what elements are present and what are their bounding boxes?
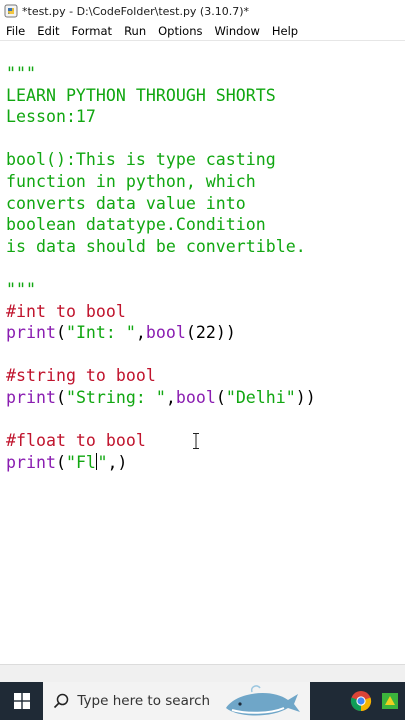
docstring-close: """	[6, 279, 36, 299]
comma: ,	[135, 323, 146, 343]
args: (22))	[185, 323, 236, 343]
docstring-line: function in python, which	[6, 171, 256, 191]
paren: (	[215, 387, 226, 407]
chrome-taskbar-button[interactable]	[346, 682, 376, 720]
builtin-bool: bool	[145, 323, 186, 343]
horizontal-scrollbar[interactable]	[0, 664, 405, 683]
builtin-print: print	[6, 387, 56, 407]
comma: ,	[165, 387, 176, 407]
docstring-line: converts data value into	[6, 193, 246, 213]
paren: (	[55, 323, 66, 343]
menu-bar: File Edit Format Run Options Window Help	[0, 22, 405, 40]
code-editor[interactable]: """ LEARN PYTHON THROUGH SHORTS Lesson:1…	[0, 40, 405, 665]
string-literal: "	[97, 452, 108, 472]
comment-string-to-bool: #string to bool	[6, 366, 156, 386]
docstring-line: bool():This is type casting	[6, 150, 276, 170]
chrome-icon	[350, 691, 371, 712]
docstring-line: is data should be convertible.	[6, 236, 306, 256]
menu-run[interactable]: Run	[118, 24, 152, 38]
string-literal: "String: "	[65, 387, 166, 407]
menu-format[interactable]: Format	[66, 24, 119, 38]
string-literal: "Delhi"	[225, 387, 296, 407]
docstring-line: boolean datatype.Condition	[6, 215, 266, 235]
ibeam-cursor-icon	[193, 433, 199, 449]
windows-start-button[interactable]	[0, 682, 43, 720]
menu-file[interactable]: File	[0, 24, 31, 38]
menu-window[interactable]: Window	[209, 24, 266, 38]
string-literal: "Int: "	[65, 323, 136, 343]
builtin-bool: bool	[175, 387, 216, 407]
window-title: *test.py - D:\CodeFolder\test.py (3.10.7…	[22, 4, 249, 18]
whale-decoration-icon	[225, 685, 300, 716]
paren: (	[55, 452, 66, 472]
builtin-print: print	[6, 323, 56, 343]
builtin-print: print	[6, 452, 56, 472]
search-placeholder: Type here to search	[77, 693, 211, 709]
menu-help[interactable]: Help	[266, 24, 304, 38]
comment-int-to-bool: #int to bool	[6, 301, 126, 321]
taskbar-search-box[interactable]: Type here to search	[43, 682, 310, 720]
python-idle-icon	[4, 4, 18, 18]
menu-options[interactable]: Options	[152, 24, 208, 38]
docstring-line: LEARN PYTHON THROUGH SHORTS	[6, 85, 276, 105]
paren: ))	[295, 387, 316, 407]
app-taskbar-button[interactable]	[375, 682, 405, 720]
docstring-line: Lesson:17	[6, 107, 96, 127]
string-literal: "Fl	[65, 452, 96, 472]
paren: (	[55, 387, 66, 407]
app-icon	[382, 693, 399, 709]
docstring-open: """	[6, 64, 36, 83]
windows-start-icon	[13, 693, 30, 709]
title-bar: *test.py - D:\CodeFolder\test.py (3.10.7…	[0, 0, 405, 22]
code-text[interactable]: """ LEARN PYTHON THROUGH SHORTS Lesson:1…	[6, 63, 316, 473]
menu-edit[interactable]: Edit	[31, 24, 65, 38]
comment-float-to-bool: #float to bool	[6, 431, 146, 451]
search-icon	[54, 693, 69, 709]
args: ,)	[107, 452, 128, 472]
taskbar: Type here to search	[0, 682, 405, 720]
